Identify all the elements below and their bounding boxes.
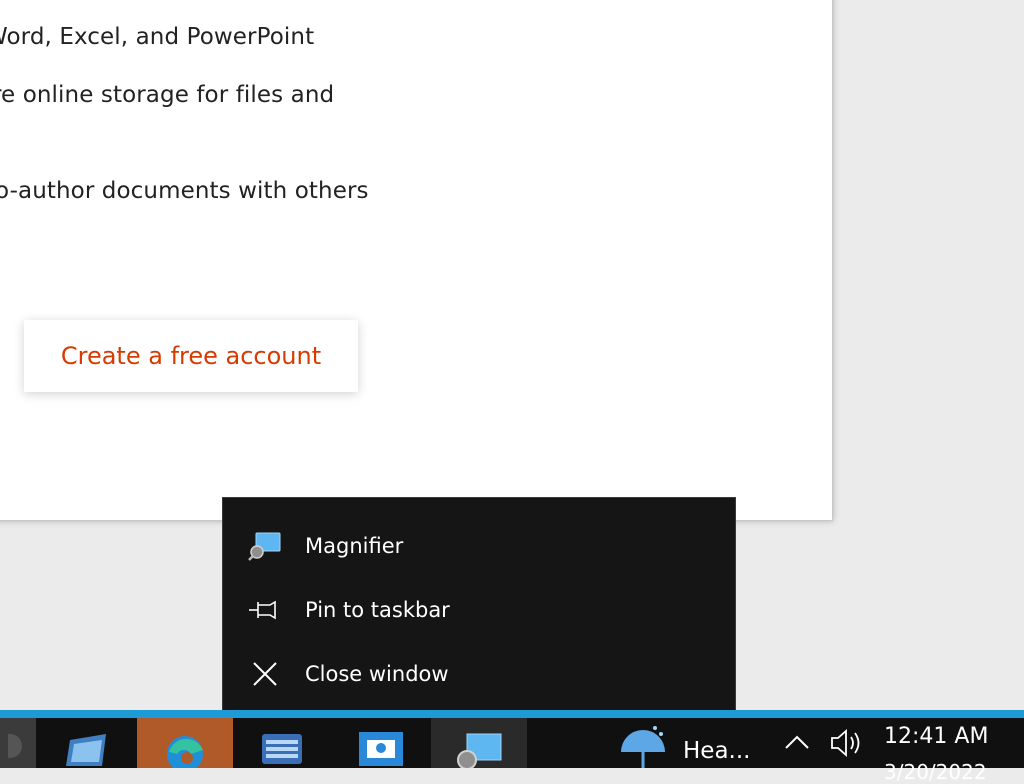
jumplist-item-close-window[interactable]: Close window [223,644,735,704]
jumplist-item-close-label: Close window [305,662,449,686]
remote-assistance-icon [357,718,405,772]
magnifier-app-icon [453,718,505,772]
taskbar-app-explorer[interactable] [38,718,134,768]
feature-text-office-apps: Word, Excel, and PowerPoint [0,24,315,50]
volume-icon[interactable] [830,728,866,762]
taskbar-app-remote-assistance[interactable] [333,718,429,768]
explorer-icon [62,718,110,772]
taskbar-app-partial[interactable] [0,718,36,768]
taskbar-app-edge[interactable] [137,718,233,772]
taskbar-jump-list: Magnifier Pin to taskbar Close window [222,497,736,711]
edge-icon [161,718,209,772]
jumplist-item-pin-to-taskbar[interactable]: Pin to taskbar [223,580,735,640]
weather-icon[interactable] [617,722,669,772]
pin-icon [247,594,283,626]
feature-text-storage: re online storage for files and [0,82,335,108]
jumplist-item-magnifier-label: Magnifier [305,534,404,558]
magnifier-icon [247,530,283,562]
on-screen-keyboard-icon [258,718,306,772]
close-icon [247,658,283,690]
feature-text-coauthor: o-author documents with others [0,178,369,204]
taskbar-accent-line [0,710,1024,718]
tray-clock[interactable]: 12:41 AM [884,724,988,749]
weather-text[interactable]: Hea... [683,738,750,764]
taskbar-app-magnifier[interactable] [431,718,527,770]
account-dialog: Word, Excel, and PowerPoint re online st… [0,0,833,521]
chevron-up-icon[interactable] [784,734,810,754]
jumplist-item-pin-label: Pin to taskbar [305,598,450,622]
create-free-account-button[interactable]: Create a free account [24,320,358,392]
taskbar-app-keyboard[interactable] [234,718,330,768]
tray-date[interactable]: 3/20/2022 [884,760,987,784]
taskbar: Hea... 12:41 AM 3/20/2022 [0,718,1024,784]
jumplist-item-magnifier[interactable]: Magnifier [223,516,735,576]
